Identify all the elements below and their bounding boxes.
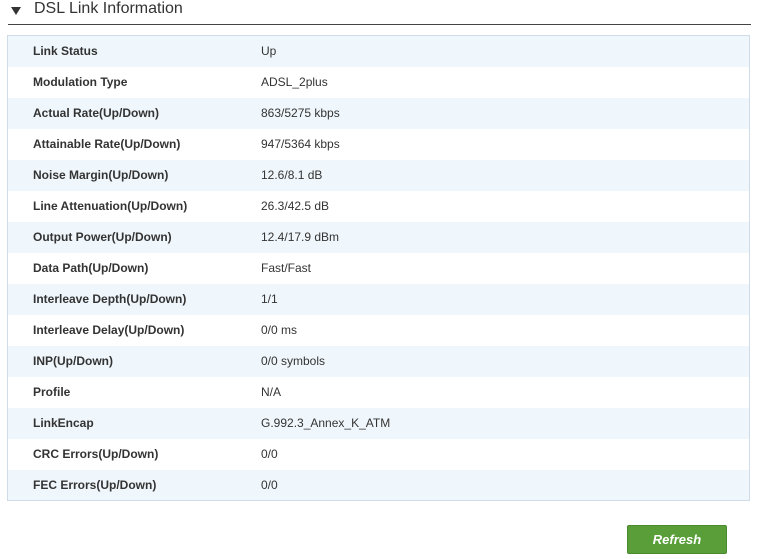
row-value: 0/0	[261, 447, 278, 461]
table-row: Line Attenuation(Up/Down) 26.3/42.5 dB	[7, 190, 750, 222]
row-label: Actual Rate(Up/Down)	[33, 106, 159, 120]
row-label: Line Attenuation(Up/Down)	[33, 199, 188, 213]
collapse-triangle-icon[interactable]	[11, 6, 21, 15]
table-row: Noise Margin(Up/Down) 12.6/8.1 dB	[7, 159, 750, 191]
table-row: Modulation Type ADSL_2plus	[7, 66, 750, 98]
table-row: LinkEncap G.992.3_Annex_K_ATM	[7, 407, 750, 439]
table-row: CRC Errors(Up/Down) 0/0	[7, 438, 750, 470]
table-row: Interleave Depth(Up/Down) 1/1	[7, 283, 750, 315]
refresh-button[interactable]: Refresh	[627, 525, 727, 554]
row-value: Fast/Fast	[261, 261, 312, 275]
table-row: Attainable Rate(Up/Down) 947/5364 kbps	[7, 128, 750, 160]
row-value: Up	[261, 44, 277, 59]
row-label: Interleave Depth(Up/Down)	[33, 292, 187, 306]
row-value: 0/0 ms	[261, 323, 298, 337]
table-row: FEC Errors(Up/Down) 0/0	[7, 469, 750, 501]
row-value: 12.6/8.1 dB	[261, 168, 323, 182]
row-label: Noise Margin(Up/Down)	[33, 168, 169, 182]
table-row: Link Status Up	[7, 35, 750, 67]
table-row: Interleave Delay(Up/Down) 0/0 ms	[7, 314, 750, 346]
row-label: Data Path(Up/Down)	[33, 261, 149, 275]
table-row: Profile N/A	[7, 376, 750, 408]
row-label: Profile	[33, 385, 71, 399]
row-label: Link Status	[33, 44, 98, 59]
row-value: ADSL_2plus	[261, 75, 328, 89]
row-value: N/A	[261, 385, 282, 399]
row-value: 1/1	[261, 292, 278, 306]
row-label: Modulation Type	[33, 75, 128, 89]
row-label: CRC Errors(Up/Down)	[33, 447, 159, 461]
row-value: 26.3/42.5 dB	[261, 199, 330, 213]
table-row: Actual Rate(Up/Down) 863/5275 kbps	[7, 97, 750, 129]
dsl-status-page: DSL Link Information Link Status Up Modu…	[0, 0, 759, 559]
row-value: 12.4/17.9 dBm	[261, 230, 340, 244]
row-label: LinkEncap	[33, 416, 94, 430]
row-value: G.992.3_Annex_K_ATM	[261, 416, 391, 430]
table-row: Output Power(Up/Down) 12.4/17.9 dBm	[7, 221, 750, 253]
row-label: Interleave Delay(Up/Down)	[33, 323, 185, 337]
dsl-info-table: Link Status Up Modulation Type ADSL_2plu…	[7, 35, 750, 501]
section-title: DSL Link Information	[34, 0, 183, 17]
row-value: 0/0 symbols	[261, 354, 326, 368]
row-label: Output Power(Up/Down)	[33, 230, 172, 244]
row-label: FEC Errors(Up/Down)	[33, 477, 157, 492]
row-label: Attainable Rate(Up/Down)	[33, 137, 181, 151]
row-value: 947/5364 kbps	[261, 137, 340, 151]
row-value: 863/5275 kbps	[261, 106, 340, 120]
row-label: INP(Up/Down)	[33, 354, 113, 368]
table-row: Data Path(Up/Down) Fast/Fast	[7, 252, 750, 284]
row-value: 0/0	[261, 477, 278, 492]
table-row: INP(Up/Down) 0/0 symbols	[7, 345, 750, 377]
section-header-dsl-link-info[interactable]: DSL Link Information	[8, 0, 751, 25]
